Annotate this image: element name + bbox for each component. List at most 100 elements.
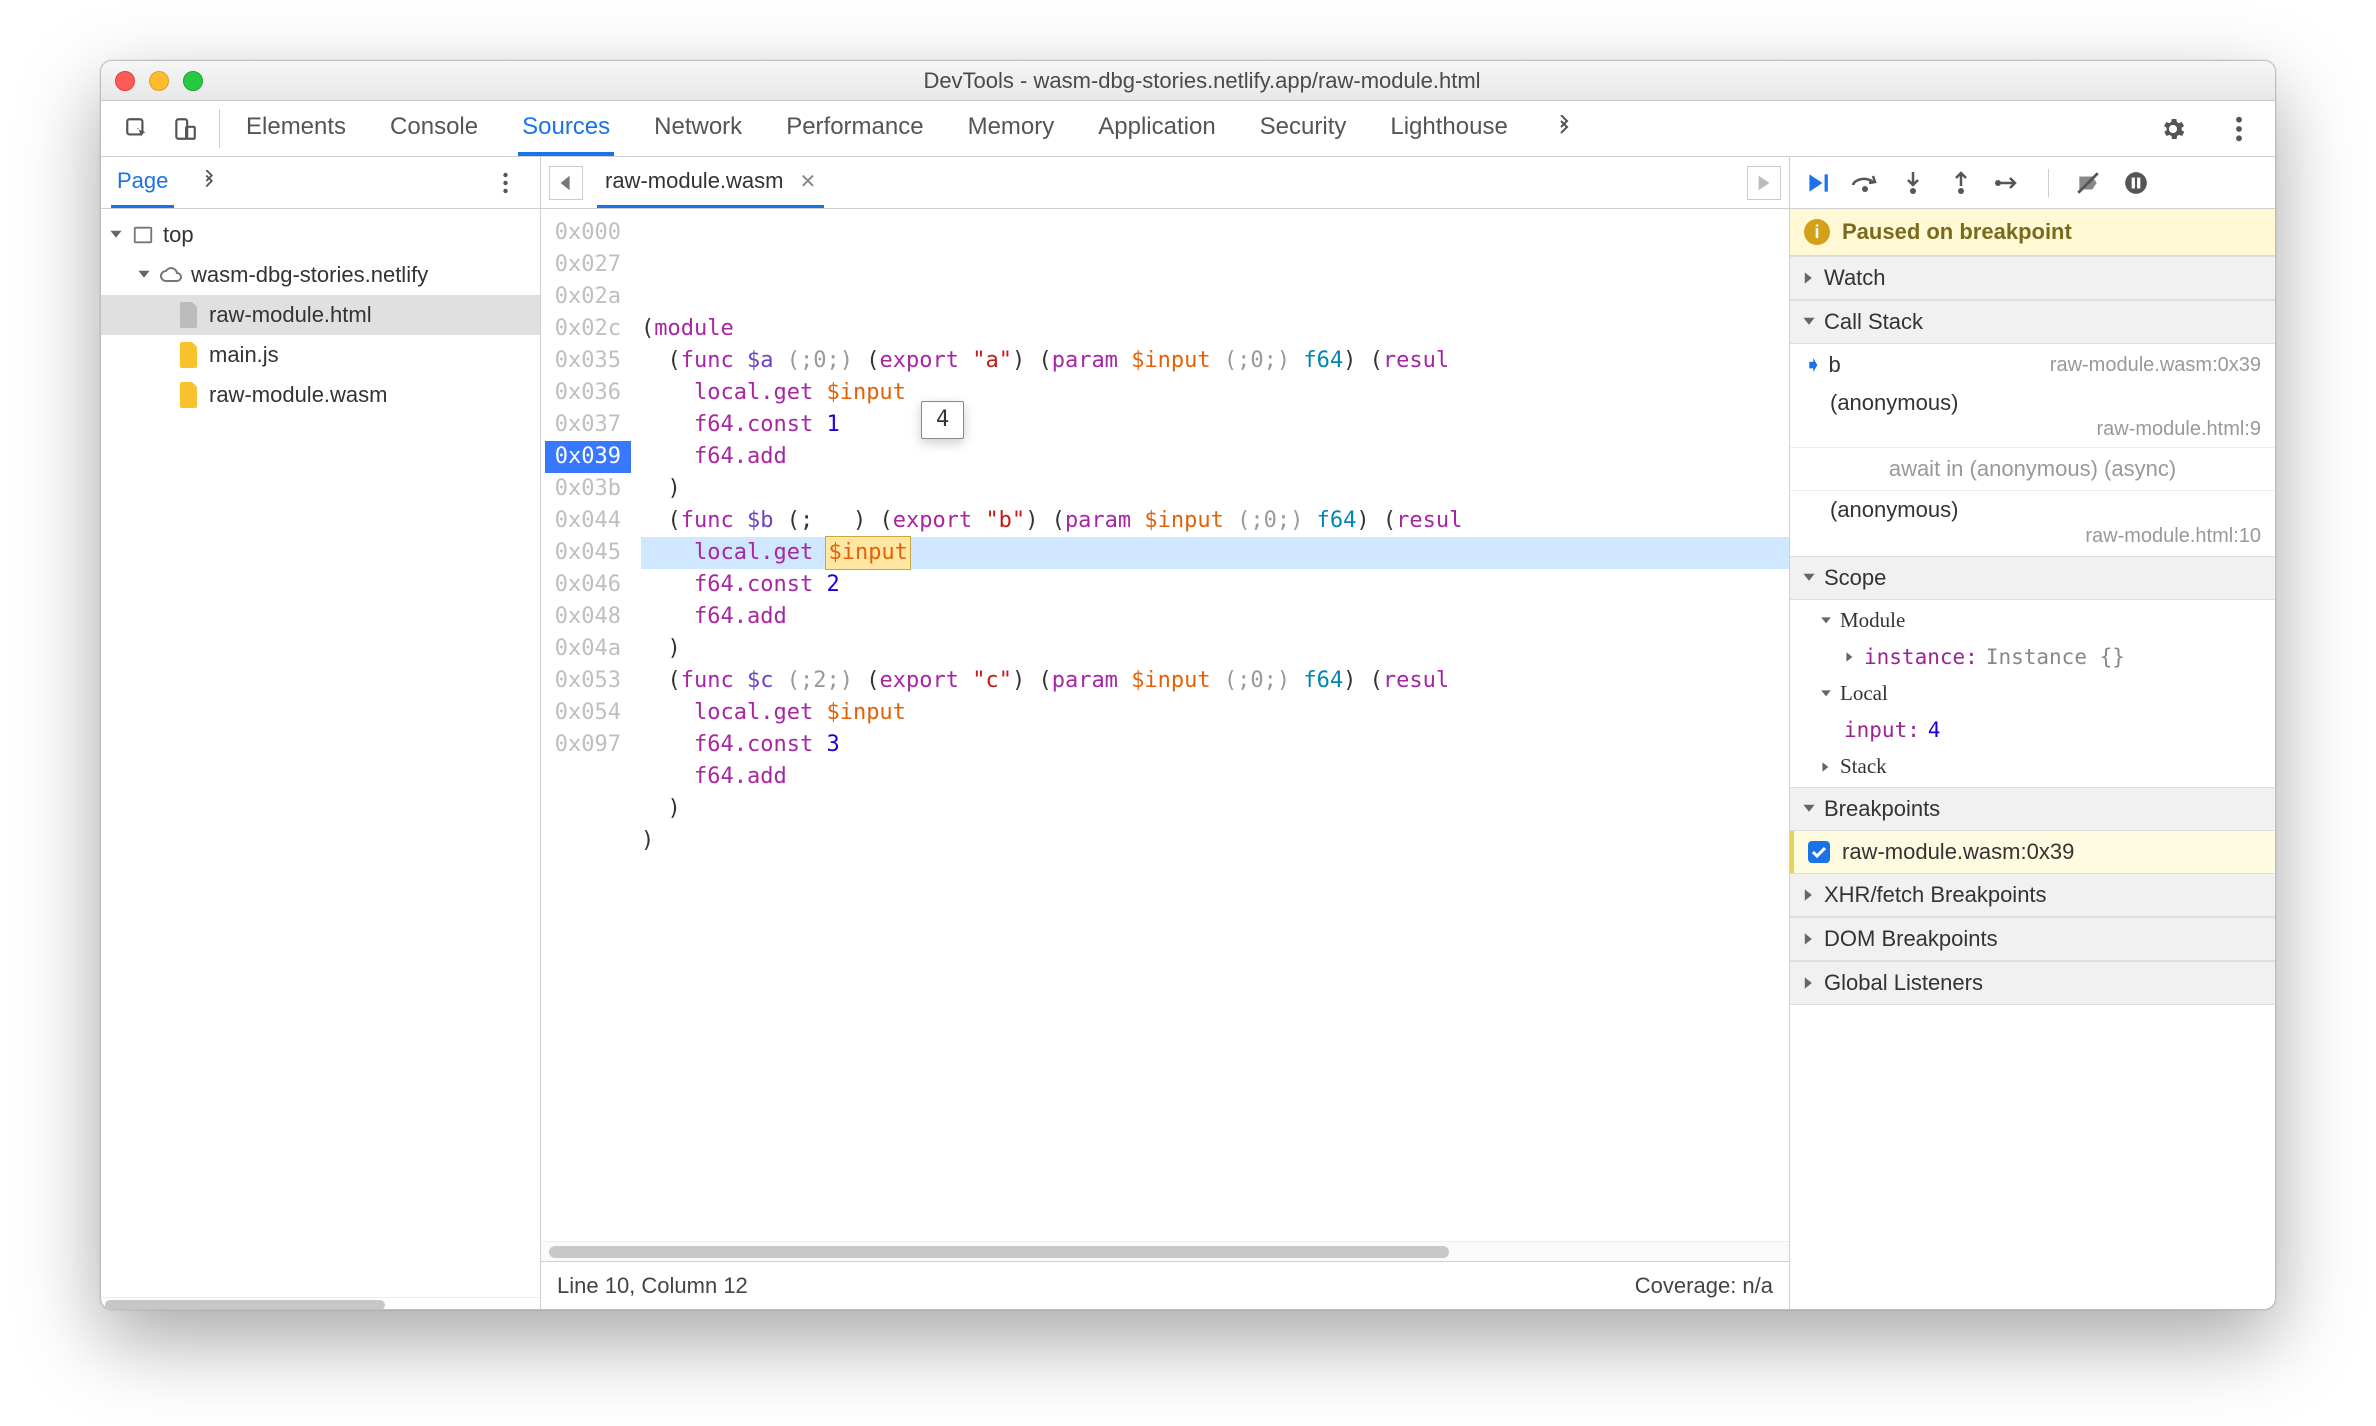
window-title: DevTools - wasm-dbg-stories.netlify.app/…: [203, 68, 2201, 94]
code-editor[interactable]: 0x0000x0270x02a0x02c0x0350x0360x0370x039…: [541, 209, 1789, 1241]
navigator-scrollbar[interactable]: [101, 1297, 540, 1309]
step-into-icon[interactable]: [1898, 168, 1928, 198]
tree-file-js[interactable]: main.js: [101, 335, 540, 375]
step-over-icon[interactable]: [1850, 168, 1880, 198]
value-tooltip: 4: [921, 401, 964, 439]
navigator-more-icon[interactable]: [502, 171, 530, 195]
code-content[interactable]: (module (func $a (;0;) (export "a") (par…: [631, 209, 1789, 1241]
pause-banner: i Paused on breakpoint: [1790, 209, 2275, 256]
tab-security[interactable]: Security: [1256, 101, 1351, 156]
disclosure-right-icon: [1802, 271, 1816, 285]
more-menu-icon[interactable]: [2215, 115, 2263, 143]
close-tab-icon[interactable]: ✕: [800, 169, 817, 194]
editor-tab-label: raw-module.wasm: [605, 168, 784, 194]
tab-elements[interactable]: Elements: [242, 101, 350, 156]
disclosure-down-icon: [1820, 615, 1832, 627]
tab-memory[interactable]: Memory: [964, 101, 1059, 156]
callstack-frame-1[interactable]: (anonymous) raw-module.html:9: [1790, 384, 2275, 447]
section-breakpoints[interactable]: Breakpoints: [1790, 787, 2275, 831]
js-file-icon: [177, 341, 201, 369]
tab-performance[interactable]: Performance: [782, 101, 927, 156]
scope-body: Module instance: Instance {} Local input…: [1790, 600, 2275, 787]
editor-tabs: raw-module.wasm ✕: [541, 157, 1789, 209]
cloud-icon: [159, 261, 183, 289]
tree-domain-label: wasm-dbg-stories.netlify: [191, 262, 428, 288]
file-tree[interactable]: top wasm-dbg-stories.netlify raw-module.…: [101, 209, 540, 1297]
device-toolbar-icon[interactable]: [161, 101, 209, 156]
tree-top[interactable]: top: [101, 215, 540, 255]
debugger-toolbar: [1790, 157, 2275, 209]
devtools-window: DevTools - wasm-dbg-stories.netlify.app/…: [100, 60, 2276, 1310]
section-global[interactable]: Global Listeners: [1790, 961, 2275, 1005]
step-icon[interactable]: [1994, 168, 2024, 198]
zoom-window-button[interactable]: [183, 71, 203, 91]
tree-file-html-label: raw-module.html: [209, 302, 372, 328]
breakpoint-entry[interactable]: raw-module.wasm:0x39: [1790, 831, 2275, 873]
disclosure-triangle-icon: [137, 268, 151, 282]
status-cursor-pos: Line 10, Column 12: [557, 1273, 748, 1299]
section-watch[interactable]: Watch: [1790, 256, 2275, 300]
editor-panel: raw-module.wasm ✕ 0x0000x0270x02a0x02c0x…: [541, 157, 1789, 1309]
scope-local-input[interactable]: input: 4: [1790, 712, 2275, 748]
scope-module[interactable]: Module: [1790, 602, 2275, 639]
settings-gear-icon[interactable]: [2149, 115, 2197, 143]
inspect-element-icon[interactable]: [113, 101, 161, 156]
tab-sources[interactable]: Sources: [518, 101, 614, 156]
editor-statusbar: Line 10, Column 12 Coverage: n/a: [541, 1261, 1789, 1309]
navigator-tabs-overflow-icon[interactable]: [192, 157, 226, 208]
editor-horizontal-scrollbar[interactable]: [541, 1241, 1789, 1261]
pause-message: Paused on breakpoint: [1842, 219, 2072, 245]
section-callstack[interactable]: Call Stack: [1790, 300, 2275, 344]
disclosure-down-icon: [1802, 571, 1816, 585]
minimize-window-button[interactable]: [149, 71, 169, 91]
breakpoint-checkbox[interactable]: [1808, 841, 1830, 863]
scope-instance[interactable]: instance: Instance {}: [1790, 639, 2275, 675]
scope-stack[interactable]: Stack: [1790, 748, 2275, 785]
section-scope[interactable]: Scope: [1790, 556, 2275, 600]
editor-nav-back-icon[interactable]: [549, 166, 583, 200]
callstack-frame-0[interactable]: ➧b raw-module.wasm:0x39: [1790, 346, 2275, 384]
callstack-frame-2[interactable]: (anonymous) raw-module.html:10: [1790, 491, 2275, 554]
info-icon: i: [1804, 219, 1830, 245]
main-tabs: Elements Console Sources Network Perform…: [242, 101, 2149, 156]
tab-application[interactable]: Application: [1094, 101, 1219, 156]
editor-nav-run-icon[interactable]: [1747, 166, 1781, 200]
close-window-button[interactable]: [115, 71, 135, 91]
disclosure-down-icon: [1802, 802, 1816, 816]
frame-icon: [131, 221, 155, 249]
tab-network[interactable]: Network: [650, 101, 746, 156]
titlebar: DevTools - wasm-dbg-stories.netlify.app/…: [101, 61, 2275, 101]
file-icon: [177, 301, 201, 329]
navigator-tab-page[interactable]: Page: [111, 157, 174, 208]
disclosure-triangle-icon: [109, 228, 123, 242]
section-xhr[interactable]: XHR/fetch Breakpoints: [1790, 873, 2275, 917]
sources-body: Page top: [101, 157, 2275, 1309]
disclosure-down-icon: [1820, 688, 1832, 700]
disclosure-down-icon: [1802, 315, 1816, 329]
scope-local[interactable]: Local: [1790, 675, 2275, 712]
disclosure-right-icon: [1820, 761, 1832, 773]
callstack-async-boundary: await in (anonymous) (async): [1790, 447, 2275, 491]
section-dom[interactable]: DOM Breakpoints: [1790, 917, 2275, 961]
tree-file-wasm-label: raw-module.wasm: [209, 382, 388, 408]
step-out-icon[interactable]: [1946, 168, 1976, 198]
tab-lighthouse[interactable]: Lighthouse: [1386, 101, 1511, 156]
current-frame-arrow-icon: ➧: [1804, 352, 1822, 377]
tree-file-html[interactable]: raw-module.html: [101, 295, 540, 335]
tab-console[interactable]: Console: [386, 101, 482, 156]
disclosure-right-icon: [1844, 651, 1856, 663]
deactivate-breakpoints-icon[interactable]: [2073, 168, 2103, 198]
disclosure-right-icon: [1802, 932, 1816, 946]
pause-on-exceptions-icon[interactable]: [2121, 168, 2151, 198]
tabs-overflow-icon[interactable]: [1548, 101, 1580, 156]
navigator-tabs: Page: [101, 157, 540, 209]
tree-domain[interactable]: wasm-dbg-stories.netlify: [101, 255, 540, 295]
tree-file-js-label: main.js: [209, 342, 279, 368]
editor-tab-active[interactable]: raw-module.wasm ✕: [597, 157, 824, 208]
status-coverage: Coverage: n/a: [1635, 1273, 1773, 1299]
tree-file-wasm[interactable]: raw-module.wasm: [101, 375, 540, 415]
resume-icon[interactable]: [1802, 168, 1832, 198]
debugger-panel: i Paused on breakpoint Watch Call Stack …: [1789, 157, 2275, 1309]
wasm-file-icon: [177, 381, 201, 409]
gutter[interactable]: 0x0000x0270x02a0x02c0x0350x0360x0370x039…: [541, 209, 631, 1241]
